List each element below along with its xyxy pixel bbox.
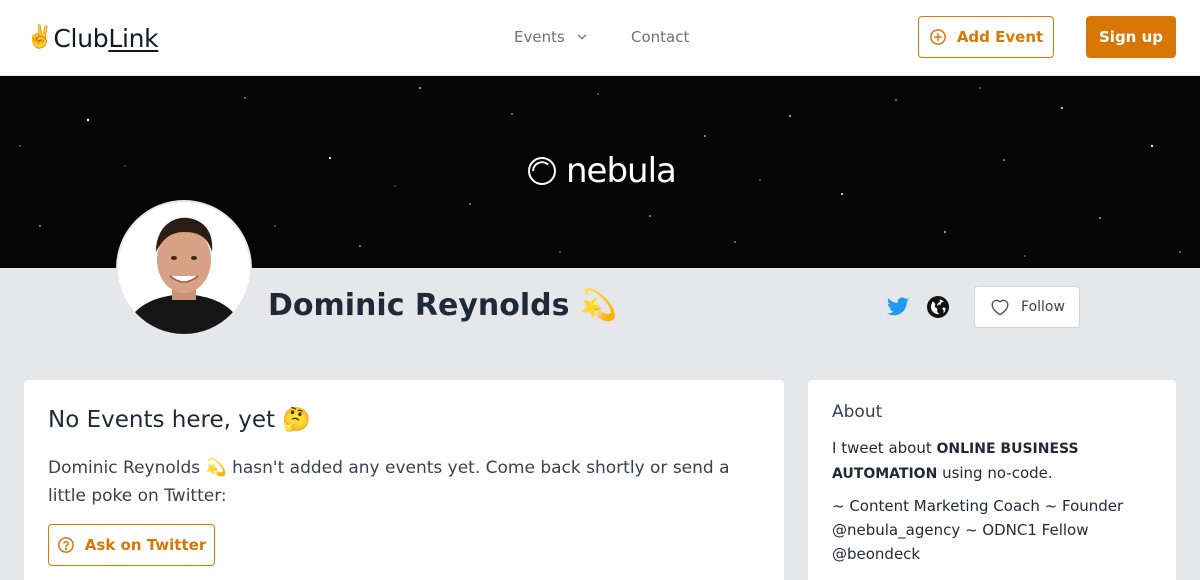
nebula-ring-icon xyxy=(528,157,556,185)
nav-contact-link[interactable]: Contact xyxy=(631,26,689,48)
logo-text: ClubLink xyxy=(53,23,159,53)
nebula-brand-text: nebula xyxy=(566,151,677,191)
top-navbar: ✌️ ClubLink Events Contact Add Event Sig… xyxy=(0,0,1200,76)
add-event-button[interactable]: Add Event xyxy=(918,16,1054,58)
nav-events-dropdown[interactable]: Events xyxy=(514,26,589,48)
ask-on-twitter-label: Ask on Twitter xyxy=(84,536,207,554)
profile-avatar xyxy=(116,200,252,336)
heart-icon xyxy=(991,299,1009,316)
events-empty-description: Dominic Reynolds 💫 hasn't added any even… xyxy=(48,458,730,506)
chevron-down-icon xyxy=(577,34,586,40)
add-event-label: Add Event xyxy=(956,28,1044,46)
globe-icon[interactable] xyxy=(926,295,950,319)
about-bio-line2: ~ Content Marketing Coach ~ Founder @neb… xyxy=(832,497,1124,563)
about-title: About xyxy=(832,402,883,422)
question-circle-icon xyxy=(57,537,74,553)
follow-button[interactable]: Follow xyxy=(974,286,1080,328)
avatar-portrait xyxy=(118,202,250,334)
follow-label: Follow xyxy=(1021,299,1065,315)
ask-on-twitter-button[interactable]: Ask on Twitter xyxy=(48,524,215,566)
events-empty-title: No Events here, yet 🤔 xyxy=(48,407,311,433)
about-bio: I tweet about ONLINE BUSINESS AUTOMATION… xyxy=(832,436,1152,574)
events-card: No Events here, yet 🤔 Dominic Reynolds 💫… xyxy=(24,380,784,580)
about-card: About I tweet about ONLINE BUSINESS AUTO… xyxy=(808,380,1176,580)
twitter-icon[interactable] xyxy=(886,295,910,319)
victory-hand-icon: ✌️ xyxy=(26,25,54,50)
clublink-logo[interactable]: ✌️ ClubLink xyxy=(26,22,159,54)
nav-events-label: Events xyxy=(514,28,565,46)
nebula-brand-logo: nebula xyxy=(526,151,677,191)
profile-name: Dominic Reynolds 💫 xyxy=(268,288,618,323)
about-bio-line1: I tweet about ONLINE BUSINESS AUTOMATION… xyxy=(832,439,1079,482)
signup-button[interactable]: Sign up xyxy=(1086,16,1176,58)
plus-circle-icon xyxy=(929,29,946,45)
